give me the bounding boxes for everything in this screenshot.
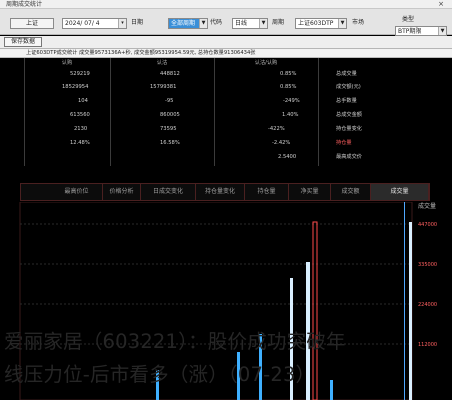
category-label: 类型 bbox=[402, 16, 415, 23]
date-picker[interactable]: 2024/ 07/ 4 ▾ bbox=[62, 18, 127, 29]
table-row: 104 -95 -249% 总手数量 bbox=[0, 96, 452, 106]
row-label: 总成交金额 bbox=[336, 112, 362, 118]
y-tick-label: 447000 bbox=[418, 222, 437, 228]
title-bar: 周期成交统计 × bbox=[0, 0, 452, 9]
ratio-value: -422% bbox=[268, 126, 285, 132]
ratio-value: -2.42% bbox=[272, 140, 291, 146]
table-row: 18529954 15799381 0.85% 成交额(元) bbox=[0, 82, 452, 92]
market-select-value: 上证 bbox=[25, 20, 38, 27]
period-label: 周期 bbox=[272, 19, 285, 26]
category-select[interactable]: BTP期限 ▼ bbox=[395, 26, 447, 36]
tab-volume[interactable]: 成交量 bbox=[371, 184, 429, 200]
chart-tabs: 成交量 成交额 净买量 持仓量 持仓量变化 日成交变化 价格分析 最高价位 bbox=[20, 183, 430, 201]
put-value: 15799381 bbox=[150, 84, 177, 90]
headline-overlay: 爱丽家居（603221）：股价成功突破年 线压力位-后市看多（涨）（07-23） bbox=[0, 330, 452, 400]
mode-select[interactable]: 全部周期 ▼ bbox=[168, 18, 208, 29]
put-value: 73595 bbox=[160, 126, 177, 132]
chevron-down-icon: ▼ bbox=[259, 19, 267, 28]
close-icon[interactable]: × bbox=[438, 0, 444, 9]
column-header-call: 认购 bbox=[61, 60, 73, 66]
chevron-down-icon: ▼ bbox=[338, 19, 346, 28]
tab-open-interest[interactable]: 持仓量 bbox=[245, 184, 289, 200]
call-value: 613560 bbox=[70, 112, 90, 118]
category-select-value: BTP期限 bbox=[398, 28, 422, 35]
table-row: 529219 448812 0.85% 总成交量 bbox=[0, 69, 452, 79]
period-select-value: 日线 bbox=[235, 20, 248, 27]
row-label: 总手数量 bbox=[336, 98, 357, 104]
call-value: 18529954 bbox=[62, 84, 89, 90]
market-label: 市场 bbox=[352, 19, 365, 26]
table-row: 12.48% 16.58% -2.42% 持仓量 bbox=[0, 138, 452, 148]
summary-bar: 保存数据 bbox=[0, 36, 452, 49]
ratio-value: -249% bbox=[283, 98, 300, 104]
call-value: 2130 bbox=[74, 126, 88, 132]
call-value: 104 bbox=[78, 98, 88, 104]
stats-table: 认购 认沽 认沽/认购 529219 448812 0.85% 总成交量 185… bbox=[0, 58, 452, 166]
code-select[interactable]: 上证603DTP ▼ bbox=[295, 18, 347, 29]
save-data-button[interactable]: 保存数据 bbox=[4, 37, 42, 47]
market-select[interactable]: 上证 bbox=[10, 18, 54, 29]
toolbar: 类型 BTP期限 ▼ 市场 上证603DTP ▼ 周期 日线 ▼ 代码 全部周期… bbox=[0, 9, 452, 36]
headline-line-2: 线压力位-后市看多（涨）（07-23） bbox=[4, 363, 316, 386]
table-row: 613560 860005 1.40% 总成交金额 bbox=[0, 110, 452, 120]
tab-amount[interactable]: 成交额 bbox=[331, 184, 371, 200]
y-tick-label: 224000 bbox=[418, 302, 437, 308]
ratio-value: 0.85% bbox=[280, 84, 297, 90]
put-value: 16.58% bbox=[160, 140, 180, 146]
put-value: 860005 bbox=[160, 112, 180, 118]
window-title: 周期成交统计 bbox=[6, 1, 43, 8]
app-window: 周期成交统计 × 类型 BTP期限 ▼ 市场 上证603DTP ▼ 周期 日线 … bbox=[0, 0, 452, 400]
row-label: 成交额(元) bbox=[336, 84, 361, 90]
date-picker-value: 2024/ 07/ 4 bbox=[65, 20, 100, 27]
tab-net-buy[interactable]: 净买量 bbox=[289, 184, 331, 200]
ratio-value: 2.5400 bbox=[278, 154, 297, 160]
headline-line-1: 爱丽家居（603221）：股价成功突破年 bbox=[4, 330, 346, 353]
column-header-put: 认沽 bbox=[156, 60, 168, 66]
ratio-value: 1.40% bbox=[282, 112, 299, 118]
table-row: 2.5400 最高成交价 bbox=[0, 152, 452, 162]
column-header-ratio: 认沽/认购 bbox=[254, 60, 278, 66]
calendar-icon: ▾ bbox=[118, 19, 126, 28]
ratio-value: 0.85% bbox=[280, 71, 297, 77]
y-tick-label: 335000 bbox=[418, 262, 437, 268]
table-row: 2130 73595 -422% 持仓量变化 bbox=[0, 124, 452, 134]
tab-highest-price[interactable]: 最高价位 bbox=[51, 184, 103, 200]
market-code-label: 代码 bbox=[210, 19, 223, 26]
row-label: 持仓量变化 bbox=[336, 126, 362, 132]
row-label: 总成交量 bbox=[336, 71, 357, 77]
legend-label: 成交量 bbox=[418, 202, 436, 210]
mode-select-value: 全部周期 bbox=[171, 20, 196, 27]
summary-text: 上证603DTP成交统计 成交量9573136A+秒, 成交金额95319954… bbox=[0, 49, 452, 58]
code-select-value: 上证603DTP bbox=[298, 20, 334, 27]
chevron-down-icon: ▼ bbox=[199, 19, 207, 28]
chevron-down-icon: ▼ bbox=[438, 27, 446, 35]
put-value: -95 bbox=[165, 98, 174, 104]
call-value: 529219 bbox=[70, 71, 90, 77]
tab-price-analysis[interactable]: 价格分析 bbox=[103, 184, 141, 200]
tab-oi-change[interactable]: 持仓量变化 bbox=[196, 184, 245, 200]
period-select[interactable]: 日线 ▼ bbox=[232, 18, 268, 29]
date-label: 日期 bbox=[131, 19, 144, 26]
tab-daily-change[interactable]: 日成交变化 bbox=[141, 184, 196, 200]
row-label: 持仓量 bbox=[336, 140, 352, 146]
call-value: 12.48% bbox=[70, 140, 90, 146]
row-label: 最高成交价 bbox=[336, 154, 362, 160]
put-value: 448812 bbox=[160, 71, 180, 77]
